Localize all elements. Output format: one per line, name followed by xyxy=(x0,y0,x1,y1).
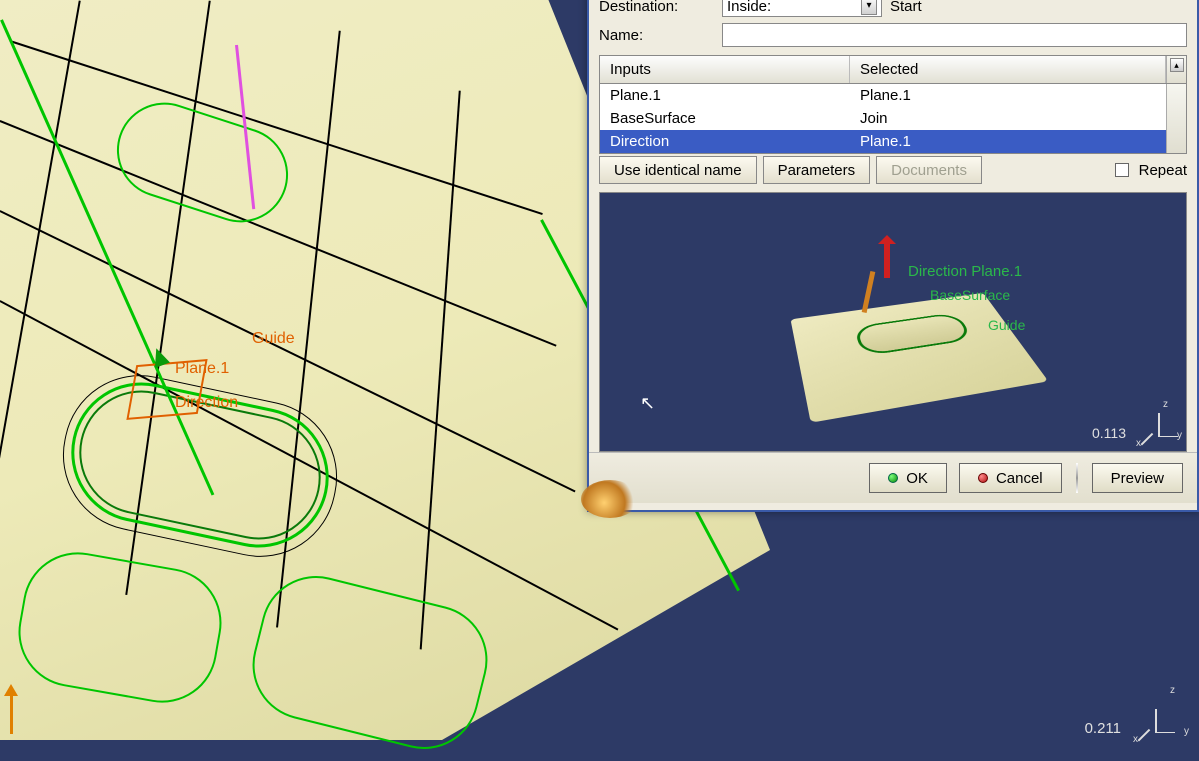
preview-label-basesurface: BaseSurface xyxy=(930,287,1010,303)
preview-slot xyxy=(853,312,974,356)
inputs-table: Inputs Selected ▴ Plane.1 Plane.1 BaseSu… xyxy=(599,55,1187,154)
dialog-footer: OK Cancel Preview xyxy=(589,452,1197,503)
table-row[interactable]: BaseSurface Join xyxy=(600,107,1166,130)
preview-axis-triad-icon: z y x xyxy=(1138,403,1178,443)
name-label: Name: xyxy=(599,27,714,44)
preview-axis-red-icon xyxy=(884,238,890,278)
col-inputs[interactable]: Inputs xyxy=(600,56,850,83)
preview-scale: 0.113 xyxy=(1092,425,1126,441)
cancel-button[interactable]: Cancel xyxy=(959,463,1062,493)
documents-button: Documents xyxy=(876,156,982,184)
destination-label: Destination: xyxy=(599,0,714,15)
preview-button[interactable]: Preview xyxy=(1092,463,1183,493)
preview-axis-orange-icon xyxy=(862,271,876,313)
red-bullet-icon xyxy=(978,473,988,483)
chevron-down-icon[interactable]: ▾ xyxy=(861,0,877,15)
orange-axis-icon xyxy=(10,690,13,734)
orange-axis-arrow-icon xyxy=(4,677,18,696)
preview-viewport[interactable]: DirectionPlane.1 BaseSurface Guide ↖ 0.1… xyxy=(599,192,1187,452)
destination-suffix: Start xyxy=(890,0,922,15)
parameters-button[interactable]: Parameters xyxy=(763,156,871,184)
cursor-icon: ↖ xyxy=(640,393,655,414)
col-selected[interactable]: Selected xyxy=(850,56,1166,83)
preview-label-guide: Guide xyxy=(988,317,1025,333)
destination-select[interactable]: Inside: ▾ xyxy=(722,0,882,17)
scroll-up-icon[interactable]: ▴ xyxy=(1170,58,1184,72)
sun-decoration-icon xyxy=(581,480,639,518)
repeat-label: Repeat xyxy=(1139,162,1187,179)
instantiate-dialog: Destination: Inside: ▾ Start Name: Input… xyxy=(587,0,1199,512)
use-identical-name-button[interactable]: Use identical name xyxy=(599,156,757,184)
label-plane: Plane.1 xyxy=(175,360,229,378)
preview-surface xyxy=(790,293,1048,423)
viewport-axis-triad-icon: z y x xyxy=(1135,689,1185,739)
green-bullet-icon xyxy=(888,473,898,483)
label-direction: Direction xyxy=(175,394,238,412)
label-guide: Guide xyxy=(252,330,295,348)
ok-button[interactable]: OK xyxy=(869,463,947,493)
name-input[interactable] xyxy=(722,23,1187,47)
separator xyxy=(1076,463,1078,493)
viewport-scale: 0.211 xyxy=(1085,720,1121,737)
scrollbar[interactable] xyxy=(1166,84,1186,153)
repeat-checkbox[interactable] xyxy=(1115,163,1129,177)
table-row[interactable]: Plane.1 Plane.1 xyxy=(600,84,1166,107)
table-row-selected[interactable]: Direction Plane.1 xyxy=(600,130,1166,153)
preview-label-direction: DirectionPlane.1 xyxy=(908,263,1022,280)
destination-value: Inside: xyxy=(727,0,771,15)
